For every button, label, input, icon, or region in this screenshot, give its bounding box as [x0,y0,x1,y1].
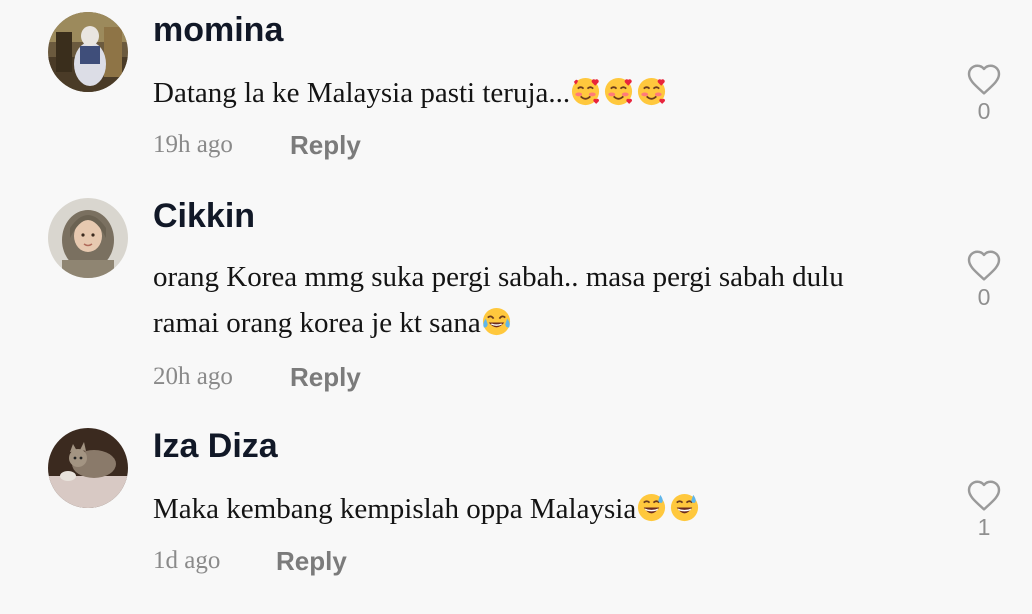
smiling-face-with-hearts-icon [636,76,667,107]
heart-outline-icon [967,250,1001,281]
heart-outline-icon [967,64,1001,95]
comment-meta: 19h ago Reply [153,128,361,162]
comment-timestamp: 1d ago [153,547,221,574]
comment-text-line: ramai orang korea je kt sana [153,307,481,339]
reply-button[interactable]: Reply [276,546,347,577]
comment-item: momina Datang la ke Malaysia pasti teruj… [0,10,1032,172]
grinning-face-with-sweat-icon [669,492,700,523]
comment-text: Datang la ke Malaysia pasti teruja... [153,70,933,116]
like-button[interactable]: 0 [960,248,1008,310]
face-with-tears-of-joy-icon [481,306,512,337]
avatar[interactable] [48,428,128,508]
comment-timestamp: 19h ago [153,131,233,158]
like-button[interactable]: 0 [960,62,1008,124]
grinning-face-with-sweat-icon [636,492,667,523]
smiling-face-with-hearts-icon [603,76,634,107]
comment-text-line: orang Korea mmg suka pergi sabah.. masa … [153,261,844,293]
reply-button[interactable]: Reply [290,130,361,161]
comment-text-line-2: ramai orang korea je kt sana [153,300,933,346]
smiling-face-with-hearts-icon [570,76,601,107]
comment-meta: 1d ago Reply [153,544,347,578]
comment-item: Cikkin orang Korea mmg suka pergi sabah.… [0,196,1032,398]
like-button[interactable]: 1 [960,478,1008,540]
comment-meta: 20h ago Reply [153,360,361,394]
comment-text-line: Datang la ke Malaysia pasti teruja... [153,77,571,109]
comment-username[interactable]: Cikkin [153,196,255,236]
heart-outline-icon [967,480,1001,511]
comment-username[interactable]: momina [153,10,283,50]
comment-text: Maka kembang kempislah oppa Malaysia [153,486,933,532]
avatar[interactable] [48,198,128,278]
comment-username[interactable]: Iza Diza [153,426,278,466]
like-count: 1 [977,514,991,540]
comment-text: orang Korea mmg suka pergi sabah.. masa … [153,254,933,346]
comment-timestamp: 20h ago [153,363,233,390]
comment-list: momina Datang la ke Malaysia pasti teruj… [0,0,1032,614]
comment-item: Iza Diza Maka kembang kempislah oppa Mal… [0,426,1032,598]
avatar[interactable] [48,12,128,92]
comment-text-line: Maka kembang kempislah oppa Malaysia [153,493,637,525]
like-count: 0 [977,98,991,124]
reply-button[interactable]: Reply [290,362,361,393]
like-count: 0 [977,284,991,310]
